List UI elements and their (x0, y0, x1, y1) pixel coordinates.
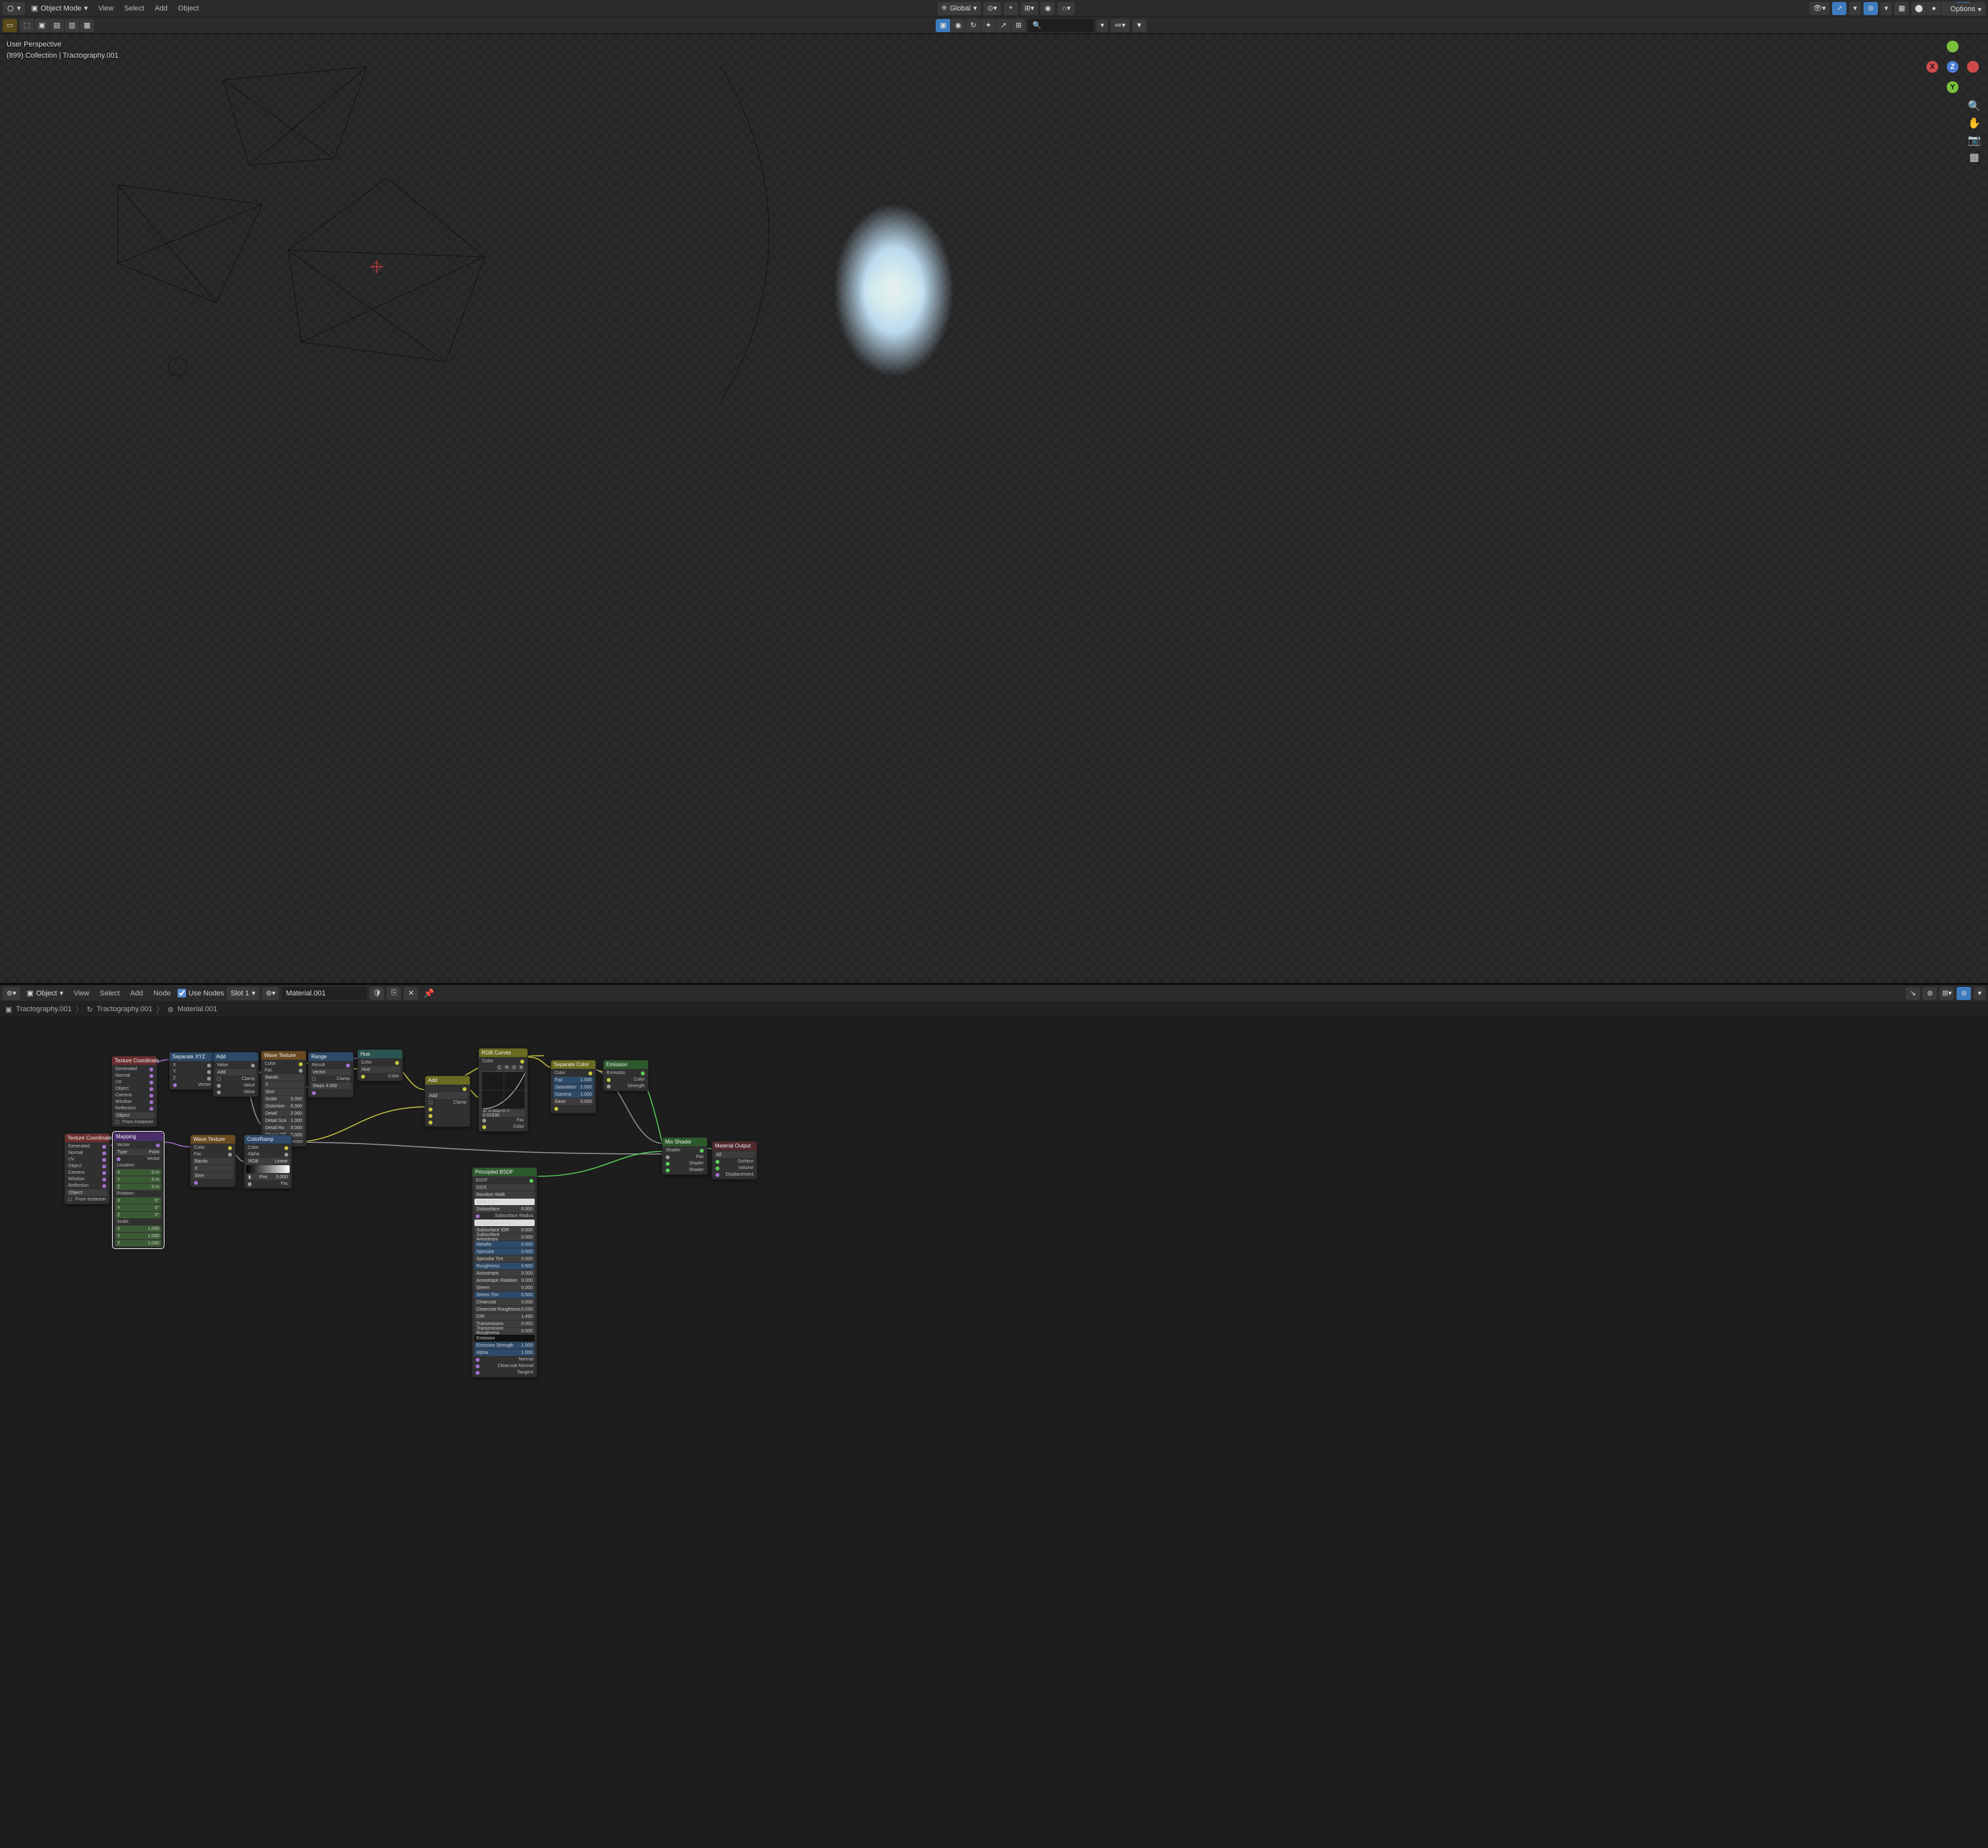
select-difference[interactable]: ▥ (65, 19, 79, 32)
node-separate-color[interactable]: Separate Color Color Fac1.000 Saturation… (550, 1060, 596, 1113)
node-wave-texture-2[interactable]: Wave Texture Color Fac Bands X Sine (190, 1134, 236, 1187)
mode-dropdown[interactable]: ▣Object Mode▾ (28, 2, 92, 15)
material-fake-user[interactable]: 🛡 (370, 987, 384, 1000)
tool-d[interactable]: ✦ (981, 19, 995, 32)
orientation-dropdown[interactable]: ⎈ Global ▾ (938, 2, 981, 15)
material-name-field[interactable]: Material.001 (282, 987, 367, 1000)
shading-wireframe[interactable]: ⬤ (1911, 2, 1926, 15)
tool-a[interactable]: ▣ (936, 19, 950, 32)
pin-icon[interactable]: 📌 (421, 988, 436, 999)
node-map-range[interactable]: Range Result Vector ☐ Clamp Steps 4.000 (308, 1052, 354, 1098)
gizmo-dropdown[interactable]: ▾ (1849, 2, 1861, 15)
snap-dropdown[interactable]: ⊞▾ (1021, 2, 1039, 15)
viewport-3d[interactable]: User Perspective (899) Collection | Trac… (0, 34, 1988, 983)
select-subtract[interactable]: ▤ (50, 19, 64, 32)
ne-tool-b[interactable]: ⊚ (1922, 987, 1937, 1000)
tool-f[interactable]: ⊞ (1011, 19, 1025, 32)
options-dropdown[interactable]: Options ▾ (1947, 3, 1985, 16)
select-intersect[interactable]: ▦ (80, 19, 94, 32)
pivot-dropdown[interactable]: ⊙▾ (984, 2, 1001, 15)
menu-add[interactable]: Add (151, 5, 172, 12)
node-mix-shader[interactable]: Mix Shader Shader Fac Shader Shader (662, 1137, 708, 1175)
node-principled-bsdf[interactable]: Principled BSDF BSDF GGX Random Walk Bas… (472, 1167, 537, 1377)
shading-solid[interactable]: ● (1926, 2, 1941, 15)
filter-b[interactable]: ≔▾ (1111, 19, 1130, 32)
bc-mesh[interactable]: Tractography.001 (97, 1005, 153, 1013)
ne-menu-add[interactable]: Add (126, 990, 147, 997)
select-extend[interactable]: ▣ (35, 19, 49, 32)
node-editor-header: ⊚▾ ▣ Object ▾ View Select Add Node Use N… (0, 985, 1988, 1002)
ne-tool-a[interactable]: ↘ (1905, 987, 1920, 1000)
overlay-dropdown[interactable]: ▾ (1881, 2, 1892, 15)
brain-render (835, 205, 953, 375)
bc-material[interactable]: Material.001 (178, 1005, 218, 1013)
select-box[interactable]: ⬚ (20, 19, 34, 32)
filter-a[interactable]: ▾ (1096, 19, 1108, 32)
select-tool[interactable]: ▭ (3, 19, 17, 32)
ne-menu-node[interactable]: Node (149, 990, 174, 997)
xray-toggle[interactable]: ▦ (1894, 2, 1909, 15)
tool-b[interactable]: ◉ (951, 19, 965, 32)
viewport-header: ▾ ▣Object Mode▾ View Select Add Object ⎈… (0, 0, 1988, 17)
menu-view[interactable]: View (94, 5, 118, 12)
snap-toggle[interactable]: ⌖ (1004, 2, 1018, 15)
node-math-add-2[interactable]: Add Add ☐ Clamp (425, 1075, 470, 1127)
tool-c[interactable]: ↻ (966, 19, 980, 32)
use-nodes-checkbox[interactable]: Use Nodes (178, 989, 224, 997)
ne-editor-type[interactable]: ⊚▾ (3, 987, 20, 1000)
wireframe-overlay (0, 34, 1988, 983)
filter-funnel[interactable]: ▼ (1132, 19, 1147, 32)
proportional-toggle[interactable]: ◉ (1041, 2, 1055, 15)
bc-object[interactable]: Tractography.001 (16, 1005, 71, 1013)
node-texcoord-2[interactable]: Texture Coordinate Generated Normal UV O… (64, 1133, 110, 1204)
node-wave-texture-1[interactable]: Wave Texture Color Fac Bands X Sine Scal… (261, 1050, 307, 1147)
menu-object[interactable]: Object (174, 5, 203, 12)
ne-overlay-dd[interactable]: ▾ (1974, 987, 1985, 1000)
material-browse[interactable]: ⊚▾ (262, 987, 280, 1000)
node-texcoord-1[interactable]: Texture Coordinate Generated Normal UV O… (111, 1056, 157, 1127)
viewport-search[interactable]: 🔍 (1028, 19, 1094, 32)
editor-type-dropdown[interactable]: ▾ (3, 2, 25, 15)
ne-type-dropdown[interactable]: ▣ Object ▾ (23, 987, 67, 1000)
ne-tool-c[interactable]: ⊞▾ (1940, 987, 1954, 1000)
material-new[interactable]: ⎘ (387, 987, 401, 1000)
node-hue[interactable]: Hue Color Hue Color (357, 1049, 403, 1081)
node-separate-xyz[interactable]: Separate XYZ X Y Z Vector (169, 1052, 215, 1090)
menu-select[interactable]: Select (121, 5, 149, 12)
node-rgb-curves[interactable]: RGB Curves Color CRGB X: 0.00370 Y: 0.01… (478, 1048, 528, 1132)
node-material-output[interactable]: Material Output All Surface Volume Displ… (712, 1141, 757, 1180)
overlay-toggle[interactable]: ⊚ (1864, 2, 1878, 15)
node-breadcrumb: ▣Tractography.001 〉 ↻Tractography.001 〉 … (0, 1002, 1988, 1016)
material-unlink[interactable]: ✕ (404, 987, 418, 1000)
search-icon: 🔍 (1032, 21, 1041, 29)
ne-menu-view[interactable]: View (69, 990, 93, 997)
gizmo-toggle[interactable]: ↗ (1832, 2, 1846, 15)
node-canvas[interactable]: Texture Coordinate Generated Normal UV O… (0, 1016, 1988, 1848)
node-emission[interactable]: Emission Emission Color Strength (603, 1060, 649, 1091)
node-math-add-1[interactable]: Add Value Add ☐ Clamp Value Value (213, 1052, 259, 1097)
node-colorramp[interactable]: ColorRamp Color Alpha RGBLinear ▮Pos0.00… (244, 1134, 292, 1189)
viewport-toolbar: ▭ ⬚ ▣ ▤ ▥ ▦ ▣ ◉ ↻ ✦ ↗ ⊞ 🔍 ▾ ≔▾ ▼ Options… (0, 17, 1988, 34)
visibility-dropdown[interactable]: 👁▾ (1809, 2, 1830, 15)
ne-overlay[interactable]: ⊚ (1957, 987, 1971, 1000)
slot-dropdown[interactable]: Slot 1 ▾ (227, 987, 259, 1000)
node-mapping[interactable]: Mapping Vector Type:Point Vector Locatio… (113, 1132, 164, 1248)
tool-e[interactable]: ↗ (996, 19, 1010, 32)
proportional-dropdown[interactable]: ∩▾ (1058, 2, 1074, 15)
ne-menu-select[interactable]: Select (96, 990, 124, 997)
